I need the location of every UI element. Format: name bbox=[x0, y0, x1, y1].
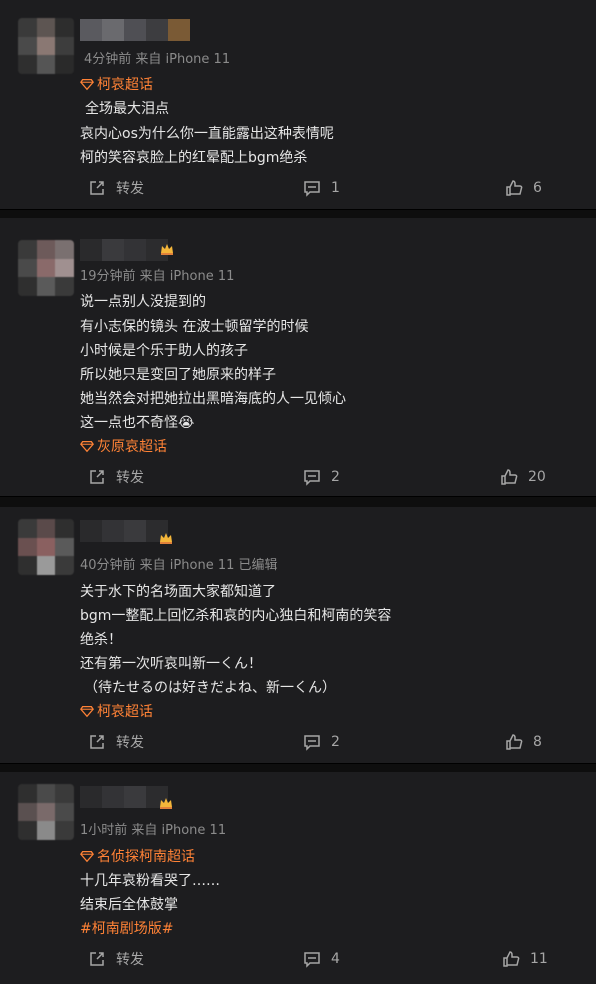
comment-icon bbox=[304, 735, 320, 751]
post-text-line: 十几年哀粉看哭了…… bbox=[80, 873, 220, 889]
crown-badge-icon bbox=[161, 244, 173, 255]
crown-badge-icon bbox=[160, 533, 172, 544]
like-count: 20 bbox=[528, 469, 546, 485]
comment-count: 4 bbox=[331, 951, 340, 967]
post-meta: 4分钟前 来自 iPhone 11 bbox=[84, 52, 231, 67]
post-text-line: bgm一整配上回忆杀和哀的内心独白和柯南的笑容 bbox=[80, 608, 392, 624]
diamond-icon bbox=[80, 78, 94, 91]
comment-card: 19分钟前 来自 iPhone 11 说一点别人没提到的 有小志保的镜头 在波士… bbox=[0, 218, 596, 497]
thumbs-up-icon bbox=[503, 951, 520, 967]
supertopic-label: 灰原哀超话 bbox=[97, 439, 167, 455]
supertopic-tag[interactable]: 柯哀超话 bbox=[80, 701, 153, 721]
comment-icon bbox=[304, 181, 320, 197]
avatar[interactable] bbox=[18, 784, 74, 840]
comment-count: 2 bbox=[331, 734, 340, 750]
crying-emoji: 😭 bbox=[178, 415, 195, 431]
repost-button[interactable]: 转发 bbox=[88, 947, 144, 971]
avatar[interactable] bbox=[18, 519, 74, 575]
like-count: 8 bbox=[533, 734, 542, 750]
post-text-line: 小时候是个乐于助人的孩子 bbox=[80, 343, 248, 359]
post-text-line: 这一点也不奇怪😭 bbox=[80, 412, 194, 432]
action-bar: 转发 2 20 bbox=[0, 465, 596, 489]
thumbs-up-icon bbox=[501, 469, 518, 485]
repost-label: 转发 bbox=[116, 735, 144, 751]
diamond-icon bbox=[80, 850, 94, 863]
comment-icon bbox=[304, 470, 320, 486]
username-blurred[interactable] bbox=[80, 786, 168, 808]
comment-count: 1 bbox=[331, 180, 340, 196]
repost-icon bbox=[90, 181, 104, 195]
action-bar: 转发 1 6 bbox=[0, 176, 596, 200]
post-text-line: 关于水下的名场面大家都知道了 bbox=[80, 584, 276, 600]
thumbs-up-icon bbox=[506, 180, 523, 196]
repost-button[interactable]: 转发 bbox=[88, 730, 144, 754]
post-text-line: 说一点别人没提到的 bbox=[80, 294, 206, 310]
post-text-span: 这一点也不奇怪 bbox=[80, 415, 178, 431]
comment-button[interactable]: 1 bbox=[303, 176, 340, 200]
diamond-icon bbox=[80, 440, 94, 453]
post-text-line: 哀内心os为什么你一直能露出这种表情呢 bbox=[80, 126, 334, 142]
post-meta: 1小时前 来自 iPhone 11 bbox=[80, 823, 227, 838]
action-bar: 转发 4 11 bbox=[0, 947, 596, 971]
post-text-line: 结束后全体鼓掌 bbox=[80, 897, 178, 913]
post-text-line: 柯的笑容哀脸上的红晕配上bgm绝杀 bbox=[80, 150, 308, 166]
post-text-line: 所以她只是变回了她原来的样子 bbox=[80, 367, 276, 383]
post-text-line: 还有第一次听哀叫新一くん！ bbox=[80, 656, 262, 672]
repost-label: 转发 bbox=[116, 181, 144, 197]
comment-button[interactable]: 4 bbox=[303, 947, 340, 971]
supertopic-label: 柯哀超话 bbox=[97, 77, 153, 93]
supertopic-tag[interactable]: 灰原哀超话 bbox=[80, 436, 167, 456]
repost-icon bbox=[90, 735, 104, 749]
crown-badge-icon bbox=[160, 798, 172, 809]
post-text-line: 她当然会对把她拉出黑暗海底的人一见倾心 bbox=[80, 391, 346, 407]
post-text-line: 全场最大泪点 bbox=[85, 101, 169, 117]
supertopic-label: 名侦探柯南超话 bbox=[97, 849, 195, 865]
post-text-line: 有小志保的镜头 在波士顿留学的时候 bbox=[80, 319, 309, 335]
supertopic-tag[interactable]: 名侦探柯南超话 bbox=[80, 846, 195, 866]
comment-card: 4分钟前 来自 iPhone 11 柯哀超话 全场最大泪点 哀内心os为什么你一… bbox=[0, 0, 596, 210]
repost-icon bbox=[90, 952, 104, 966]
comment-icon bbox=[304, 952, 320, 968]
diamond-icon bbox=[80, 705, 94, 718]
username-blurred[interactable] bbox=[80, 239, 168, 261]
repost-button[interactable]: 转发 bbox=[88, 465, 144, 489]
post-text-line: （待たせるのは好きだよね、新一くん） bbox=[84, 680, 336, 696]
repost-button[interactable]: 转发 bbox=[88, 176, 144, 200]
like-count: 11 bbox=[530, 951, 548, 967]
comment-card: 40分钟前 来自 iPhone 11 已编辑 关于水下的名场面大家都知道了 bg… bbox=[0, 507, 596, 764]
avatar[interactable] bbox=[18, 240, 74, 296]
like-button[interactable]: 6 bbox=[505, 176, 542, 200]
like-count: 6 bbox=[533, 180, 542, 196]
supertopic-label: 柯哀超话 bbox=[97, 704, 153, 720]
like-button[interactable]: 11 bbox=[502, 947, 548, 971]
comment-button[interactable]: 2 bbox=[303, 465, 340, 489]
like-button[interactable]: 8 bbox=[505, 730, 542, 754]
post-meta: 19分钟前 来自 iPhone 11 bbox=[80, 269, 235, 284]
comment-card: 1小时前 来自 iPhone 11 名侦探柯南超话 十几年哀粉看哭了…… 结束后… bbox=[0, 772, 596, 984]
hashtag-link[interactable]: #柯南剧场版# bbox=[80, 918, 173, 938]
thumbs-up-icon bbox=[506, 734, 523, 750]
username-blurred[interactable] bbox=[80, 520, 168, 542]
comment-count: 2 bbox=[331, 469, 340, 485]
post-meta: 40分钟前 来自 iPhone 11 已编辑 bbox=[80, 558, 278, 573]
action-bar: 转发 2 8 bbox=[0, 730, 596, 754]
repost-icon bbox=[90, 470, 104, 484]
repost-label: 转发 bbox=[116, 470, 144, 486]
supertopic-tag[interactable]: 柯哀超话 bbox=[80, 74, 153, 94]
repost-label: 转发 bbox=[116, 952, 144, 968]
username-blurred[interactable] bbox=[80, 19, 190, 41]
comment-button[interactable]: 2 bbox=[303, 730, 340, 754]
avatar[interactable] bbox=[18, 18, 74, 74]
post-text-line: 绝杀！ bbox=[80, 632, 122, 648]
like-button[interactable]: 20 bbox=[500, 465, 546, 489]
